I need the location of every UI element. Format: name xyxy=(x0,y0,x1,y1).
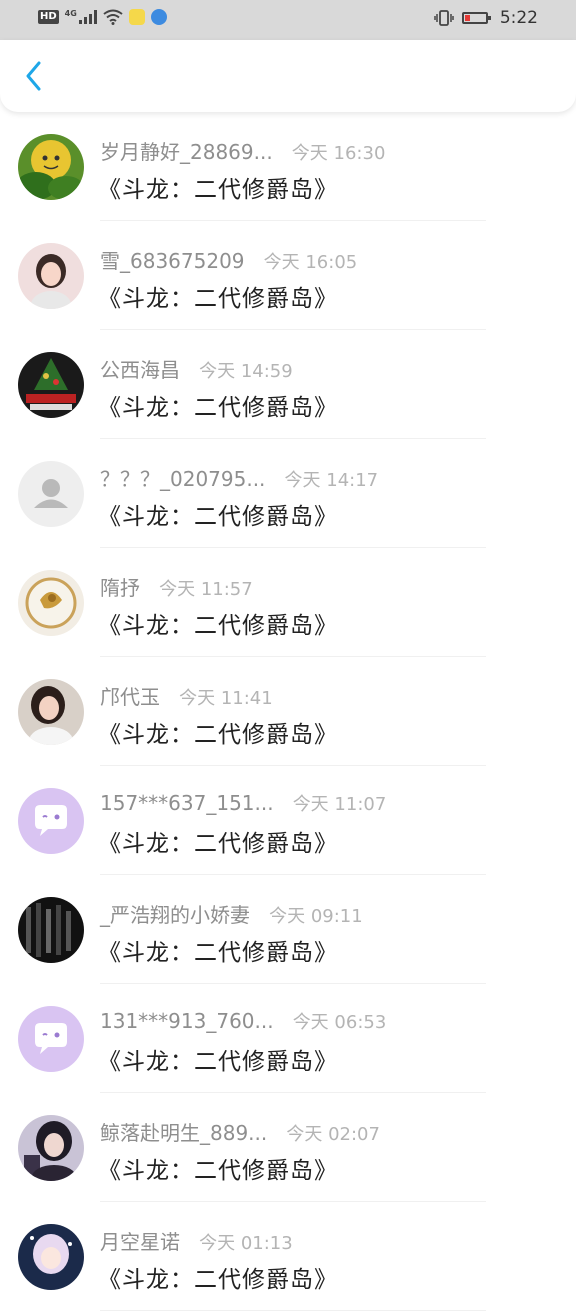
clock: 5:22 xyxy=(499,8,538,28)
item-meta: _严浩翔的小娇妻 今天 09:11 xyxy=(100,899,363,928)
item-meta: 邝代玉 今天 11:41 xyxy=(100,681,273,710)
item-meta: 岁月静好_28869... 今天 16:30 xyxy=(100,136,385,165)
avatar[interactable] xyxy=(18,352,84,418)
avatar[interactable] xyxy=(18,788,84,854)
network-type: 4G xyxy=(64,8,77,18)
item-meta: 月空星诺 今天 01:13 xyxy=(100,1226,293,1255)
message-text: 《斗龙：二代修爵岛》 xyxy=(98,1049,338,1075)
timestamp: 今天 14:59 xyxy=(199,361,293,382)
message-text: 《斗龙：二代修爵岛》 xyxy=(98,286,338,312)
wifi-icon xyxy=(103,9,123,25)
timestamp: 今天 02:07 xyxy=(286,1124,380,1145)
message-text: 《斗龙：二代修爵岛》 xyxy=(98,1267,338,1293)
timestamp: 今天 11:07 xyxy=(292,794,387,815)
timestamp: 今天 06:53 xyxy=(292,1012,387,1033)
avatar[interactable] xyxy=(18,134,84,200)
message-text: 《斗龙：二代修爵岛》 xyxy=(98,1158,338,1184)
user-name: 公西海昌 xyxy=(100,358,180,382)
timestamp: 今天 16:30 xyxy=(291,143,386,164)
item-meta: 公西海昌 今天 14:59 xyxy=(100,354,293,383)
item-meta: 雪_683675209 今天 16:05 xyxy=(100,245,357,274)
avatar[interactable] xyxy=(18,461,84,527)
hd-badge: HD xyxy=(38,10,59,24)
list-item[interactable]: 月空星诺 今天 01:13 《斗龙：二代修爵岛》 xyxy=(0,1202,576,1311)
message-text: 《斗龙：二代修爵岛》 xyxy=(98,177,338,203)
timestamp: 今天 11:41 xyxy=(179,688,273,709)
avatar[interactable] xyxy=(18,243,84,309)
timestamp: 今天 16:05 xyxy=(263,252,358,273)
avatar[interactable] xyxy=(18,897,84,963)
chevron-left-icon xyxy=(26,61,41,91)
message-text: 《斗龙：二代修爵岛》 xyxy=(98,722,338,748)
list-item[interactable]: 公西海昌 今天 14:59 《斗龙：二代修爵岛》 xyxy=(0,330,576,439)
user-name: 131***913_760... xyxy=(100,1009,274,1033)
chat-bubble-avatar-icon xyxy=(18,1006,84,1072)
avatar[interactable] xyxy=(18,1224,84,1290)
list-item[interactable]: _严浩翔的小娇妻 今天 09:11 《斗龙：二代修爵岛》 xyxy=(0,875,576,984)
item-meta: 157***637_151... 今天 11:07 xyxy=(100,790,386,816)
message-text: 《斗龙：二代修爵岛》 xyxy=(98,395,338,421)
avatar[interactable] xyxy=(18,1006,84,1072)
user-name: 鲸落赴明生_889... xyxy=(100,1121,268,1145)
list-item[interactable]: 邝代玉 今天 11:41 《斗龙：二代修爵岛》 xyxy=(0,657,576,766)
list-item[interactable]: 鲸落赴明生_889... 今天 02:07 《斗龙：二代修爵岛》 xyxy=(0,1093,576,1202)
vibrate-icon xyxy=(434,10,454,26)
list-item[interactable]: 157***637_151... 今天 11:07 《斗龙：二代修爵岛》 xyxy=(0,766,576,875)
chat-bubble-avatar-icon xyxy=(18,788,84,854)
message-text: 《斗龙：二代修爵岛》 xyxy=(98,504,338,530)
user-list: 岁月静好_28869... 今天 16:30 《斗龙：二代修爵岛》 雪_6836… xyxy=(0,112,576,1311)
signal-icon xyxy=(78,10,97,24)
user-name: 雪_683675209 xyxy=(100,249,245,273)
message-text: 《斗龙：二代修爵岛》 xyxy=(98,940,338,966)
user-name: ？？？_020795... xyxy=(100,467,266,491)
avatar[interactable] xyxy=(18,570,84,636)
user-name: 岁月静好_28869... xyxy=(100,140,273,164)
user-name: 月空星诺 xyxy=(100,1230,180,1254)
item-meta: 131***913_760... 今天 06:53 xyxy=(100,1008,386,1034)
status-right: 5:22 xyxy=(434,8,538,28)
user-name: 邝代玉 xyxy=(100,685,160,709)
list-item[interactable]: 岁月静好_28869... 今天 16:30 《斗龙：二代修爵岛》 xyxy=(0,112,576,221)
top-bar xyxy=(0,40,576,112)
timestamp: 今天 14:17 xyxy=(284,470,379,491)
list-item[interactable]: ？？？_020795... 今天 14:17 《斗龙：二代修爵岛》 xyxy=(0,439,576,548)
status-bar: HD 4G 5:22 xyxy=(0,0,576,40)
list-item[interactable]: 131***913_760... 今天 06:53 《斗龙：二代修爵岛》 xyxy=(0,984,576,1093)
wechat-notification-icon xyxy=(128,9,145,25)
message-text: 《斗龙：二代修爵岛》 xyxy=(98,613,338,639)
timestamp: 今天 01:13 xyxy=(199,1233,293,1254)
avatar[interactable] xyxy=(18,679,84,745)
battery-icon xyxy=(461,12,491,24)
user-name: 157***637_151... xyxy=(100,791,274,815)
item-meta: ？？？_020795... 今天 14:17 xyxy=(100,463,378,492)
timestamp: 今天 11:57 xyxy=(159,579,253,600)
status-left: HD 4G xyxy=(38,9,167,25)
item-meta: 鲸落赴明生_889... 今天 02:07 xyxy=(100,1117,380,1146)
message-text: 《斗龙：二代修爵岛》 xyxy=(98,831,338,857)
list-item[interactable]: 隋抒 今天 11:57 《斗龙：二代修爵岛》 xyxy=(0,548,576,657)
item-meta: 隋抒 今天 11:57 xyxy=(100,572,253,601)
default-user-icon xyxy=(18,461,84,527)
browser-notification-icon xyxy=(150,9,167,25)
avatar[interactable] xyxy=(18,1115,84,1181)
user-name: _严浩翔的小娇妻 xyxy=(100,903,250,927)
user-name: 隋抒 xyxy=(100,576,140,600)
back-button[interactable] xyxy=(14,56,54,96)
timestamp: 今天 09:11 xyxy=(269,906,363,927)
list-item[interactable]: 雪_683675209 今天 16:05 《斗龙：二代修爵岛》 xyxy=(0,221,576,330)
